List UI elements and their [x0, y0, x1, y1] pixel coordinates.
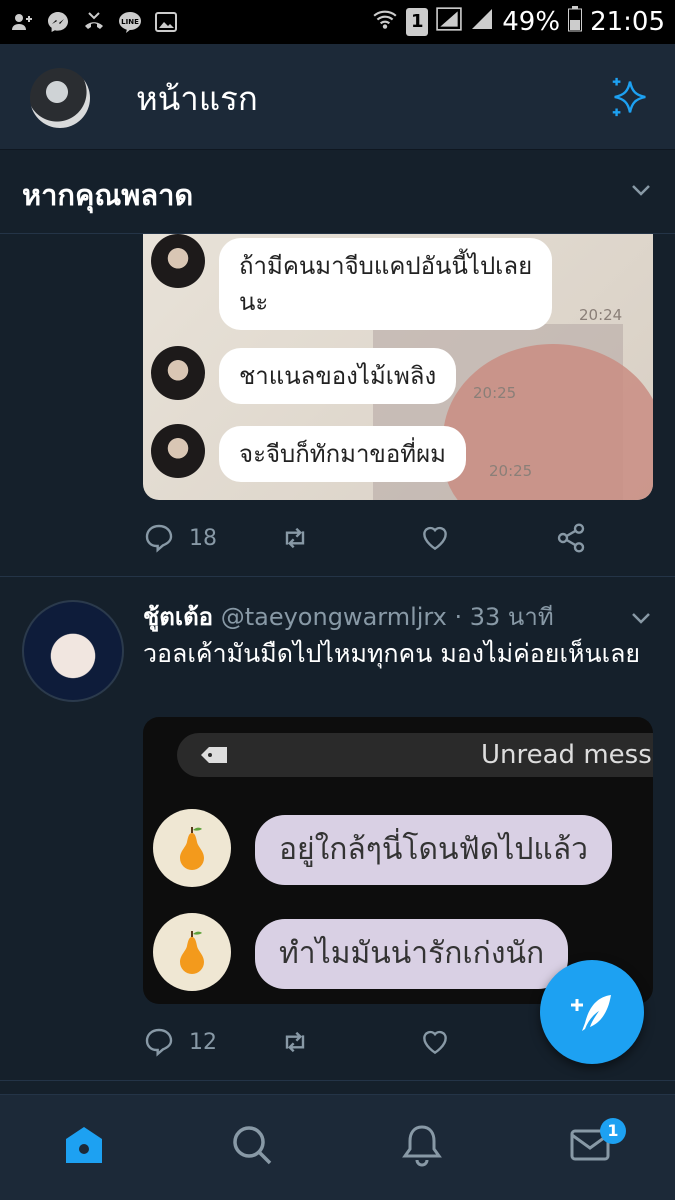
- chat-text: นะ: [239, 288, 269, 316]
- chat-bubble: จะจีบก็ทักมาขอที่ผม: [219, 426, 466, 482]
- line-icon: LINE: [118, 10, 142, 34]
- chat-timestamp: 20:25: [489, 462, 533, 480]
- reply-count: 18: [189, 525, 217, 551]
- tweet-header: ชู้ตเต้อ @taeyongwarmljrx · 33 นาที: [143, 597, 554, 636]
- bottom-navigation: [0, 1094, 675, 1200]
- signal-bars-icon: [470, 7, 494, 38]
- messages-badge: 1: [600, 1118, 626, 1144]
- heart-icon: [423, 1030, 447, 1055]
- search-icon[interactable]: [230, 1123, 274, 1167]
- signal-icon: [436, 6, 462, 39]
- battery-icon: [568, 5, 583, 39]
- chat-message: ชาแนลของไม้เพลิง: [151, 346, 457, 404]
- battery-percent: 49%: [502, 7, 561, 37]
- app-bar: หน้าแรก: [0, 44, 675, 150]
- messenger-icon: [46, 10, 70, 34]
- retweet-icon: [285, 1031, 305, 1053]
- tweet-text: วอลเค้ามันมืดไปไหมทุกคน มองไม่ค่อยเห็นเล…: [143, 639, 641, 668]
- unread-messages-bar: Unread mess: [177, 733, 653, 777]
- tweet-media-image[interactable]: Unread mess อยู่ใกล้ๆนี่โดนฟัดไปแล้ว ทำไ…: [143, 717, 653, 1004]
- chat-bubble: ชาแนลของไม้เพลิง: [219, 348, 457, 404]
- reply-icon: [145, 1028, 173, 1057]
- unread-label: Unread mess: [481, 740, 652, 770]
- svg-text:LINE: LINE: [121, 18, 139, 26]
- tweet-author-name[interactable]: ชู้ตเต้อ: [143, 603, 213, 631]
- chevron-down-icon[interactable]: [629, 178, 653, 202]
- chat-bubble: ทำไมมันน่ารักเก่งนัก: [255, 919, 569, 989]
- like-button[interactable]: [419, 522, 451, 554]
- tweet-menu-chevron-icon[interactable]: [629, 606, 653, 630]
- tweet-author-handle[interactable]: @taeyongwarmljrx: [221, 603, 447, 631]
- retweet-icon: [285, 527, 305, 549]
- wifi-icon: [372, 6, 398, 39]
- chat-avatar: [151, 424, 205, 478]
- share-icon: [557, 523, 585, 553]
- chat-timestamp: 20:24: [579, 306, 623, 324]
- tweet-author-avatar[interactable]: [22, 600, 124, 702]
- chat-text: ถ้ามีคนมาจีบแคปอันนี้ไปเลย: [239, 252, 533, 280]
- gallery-icon: [154, 10, 178, 34]
- pear-avatar: [153, 913, 231, 991]
- retweet-button[interactable]: [279, 522, 311, 554]
- reply-count: 12: [189, 1029, 217, 1055]
- sim-slot-badge: 1: [406, 8, 429, 36]
- chat-message: จะจีบก็ทักมาขอที่ผม: [151, 424, 466, 482]
- retweet-button[interactable]: [279, 1026, 311, 1058]
- clock: 21:05: [590, 7, 665, 37]
- tweet-actions: 18: [143, 518, 653, 558]
- missed-section-label: หากคุณพลาด: [22, 178, 194, 212]
- chat-bubble: ถ้ามีคนมาจีบแคปอันนี้ไปเลย นะ: [219, 238, 553, 330]
- compose-feather-icon: [571, 995, 611, 1031]
- reply-icon: [145, 524, 173, 553]
- status-bar: LINE 1 49% 21:05: [0, 0, 675, 44]
- home-icon[interactable]: [62, 1123, 106, 1167]
- chat-avatar: [151, 234, 205, 288]
- chat-message: ถ้ามีคนมาจีบแคปอันนี้ไปเลย นะ: [151, 234, 553, 330]
- chat-avatar: [151, 346, 205, 400]
- notifications-icon[interactable]: [400, 1123, 444, 1167]
- pear-icon: [180, 827, 204, 870]
- page-title: หน้าแรก: [136, 79, 258, 118]
- heart-icon: [423, 526, 447, 551]
- missed-section-header[interactable]: หากคุณพลาด: [0, 150, 675, 234]
- tweet-separator: ·: [454, 603, 470, 631]
- tag-icon: [201, 747, 227, 763]
- missed-call-icon: [82, 10, 106, 34]
- tweet-time: 33 นาที: [469, 603, 554, 631]
- profile-avatar[interactable]: [30, 68, 90, 128]
- like-button[interactable]: [419, 1026, 451, 1058]
- reply-button[interactable]: 18: [143, 522, 217, 554]
- share-button[interactable]: [555, 522, 587, 554]
- sparkle-icon[interactable]: [607, 74, 653, 120]
- add-contact-icon: [10, 10, 34, 34]
- compose-tweet-button[interactable]: [540, 960, 644, 1064]
- tweet-divider: [0, 1080, 675, 1081]
- pear-avatar: [153, 809, 231, 887]
- chat-timestamp: 20:25: [473, 384, 517, 402]
- reply-button[interactable]: 12: [143, 1026, 217, 1058]
- pear-icon: [180, 931, 204, 974]
- tweet-media-image[interactable]: ถ้ามีคนมาจีบแคปอันนี้ไปเลย นะ 20:24 ชาแน…: [143, 234, 653, 500]
- chat-bubble: อยู่ใกล้ๆนี่โดนฟัดไปแล้ว: [255, 815, 612, 885]
- tweet-divider: [0, 576, 675, 577]
